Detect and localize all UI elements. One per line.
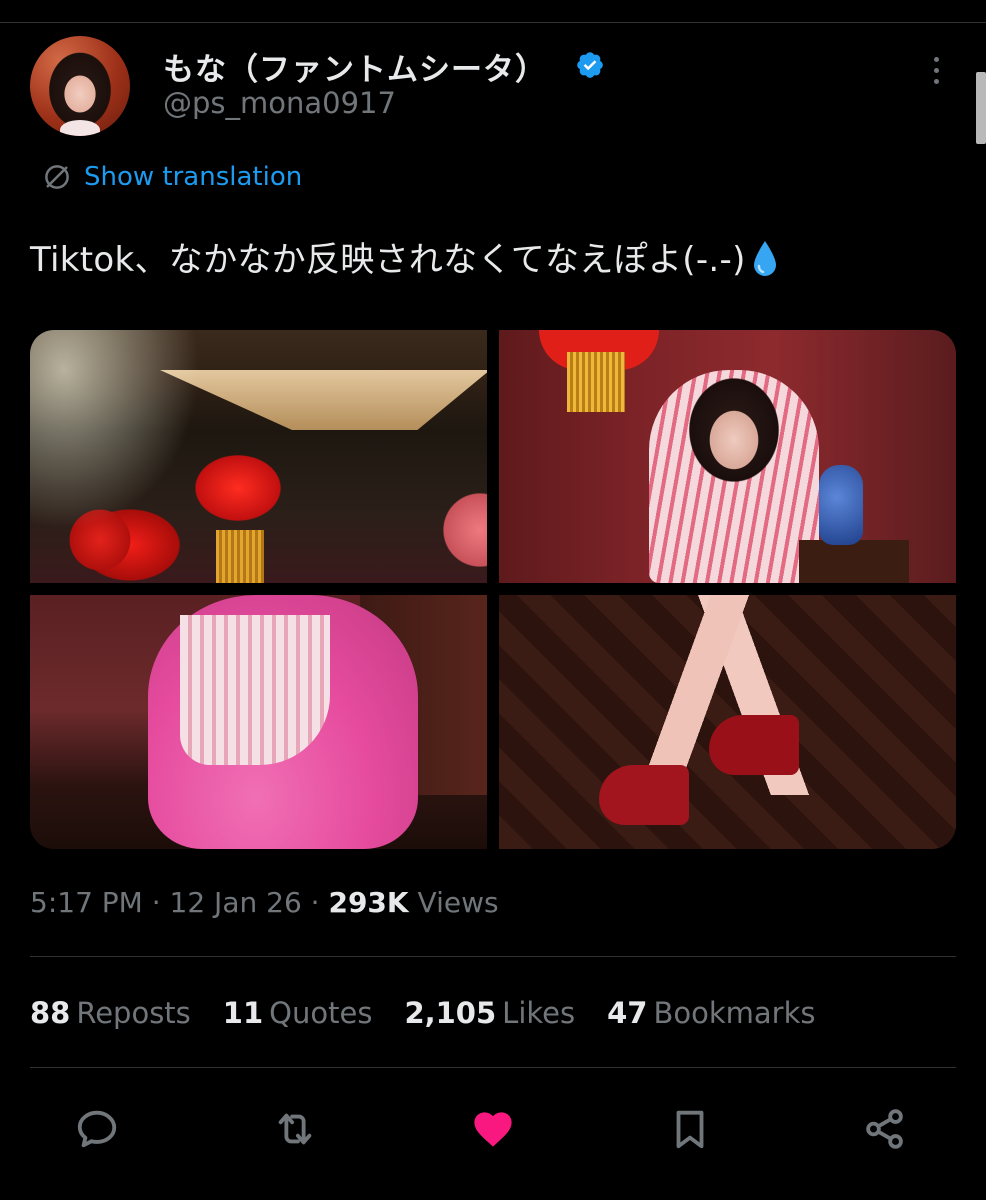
tweet-meta: 5:17 PM · 12 Jan 26 · 293K Views bbox=[30, 886, 499, 919]
bookmarks-count: 47 bbox=[607, 996, 648, 1030]
likes-count: 2,105 bbox=[404, 996, 497, 1030]
media-photo-3[interactable] bbox=[30, 595, 487, 849]
verified-badge-icon bbox=[577, 52, 603, 78]
tweet-text: Tiktok、なかなか反映されなくてなえぽよ(-.-) bbox=[30, 232, 780, 281]
meta-separator: · bbox=[142, 886, 170, 919]
share-icon bbox=[866, 1109, 903, 1149]
likes-label: Likes bbox=[502, 996, 576, 1030]
more-options-icon[interactable] bbox=[926, 57, 946, 93]
divider bbox=[30, 956, 956, 957]
avatar[interactable] bbox=[30, 36, 130, 136]
droplet-emoji-icon bbox=[753, 241, 776, 276]
top-divider bbox=[0, 22, 986, 23]
reposts-count: 88 bbox=[30, 996, 71, 1030]
media-photo-4[interactable] bbox=[499, 595, 956, 849]
quotes-count: 11 bbox=[222, 996, 264, 1030]
bookmark-icon bbox=[676, 1110, 704, 1149]
globe-icon bbox=[45, 165, 69, 189]
meta-separator: · bbox=[301, 886, 329, 919]
author-handle[interactable]: @ps_mona0917 bbox=[163, 86, 396, 120]
like-button[interactable] bbox=[468, 1104, 518, 1154]
engagement-stats: 88 Reposts 11 Quotes 2,105 Likes 47 Bookmark… bbox=[30, 996, 848, 1030]
tweet-date[interactable]: 12 Jan 26 bbox=[170, 886, 302, 919]
media-photo-1[interactable] bbox=[30, 330, 487, 583]
tweet-time[interactable]: 5:17 PM bbox=[30, 886, 143, 919]
show-translation-label: Show translation bbox=[84, 162, 303, 192]
bookmarks-stat[interactable]: 47 Bookmarks bbox=[607, 996, 815, 1030]
bookmarks-label: Bookmarks bbox=[653, 996, 816, 1030]
scrollbar[interactable] bbox=[976, 72, 986, 144]
reposts-label: Reposts bbox=[76, 996, 191, 1030]
media-photo-2[interactable] bbox=[499, 330, 956, 583]
author-display-name[interactable]: もな（ファントムシータ） bbox=[163, 44, 547, 89]
likes-stat[interactable]: 2,105 Likes bbox=[404, 996, 575, 1030]
reposts-stat[interactable]: 88 Reposts bbox=[30, 996, 191, 1030]
reply-icon bbox=[77, 1110, 117, 1148]
views-count: 293K bbox=[328, 886, 409, 919]
quotes-stat[interactable]: 11 Quotes bbox=[223, 996, 373, 1030]
repost-icon bbox=[278, 1113, 312, 1145]
tweet-text-body: Tiktok、なかなか反映されなくてなえぽよ(-.-) bbox=[30, 240, 746, 280]
bookmark-button[interactable] bbox=[665, 1104, 715, 1154]
heart-icon bbox=[474, 1112, 512, 1147]
views-label: Views bbox=[408, 886, 499, 919]
repost-button[interactable] bbox=[270, 1104, 320, 1154]
divider bbox=[30, 1067, 956, 1068]
share-button[interactable] bbox=[860, 1104, 910, 1154]
show-translation-link[interactable]: Show translation bbox=[42, 160, 302, 194]
reply-button[interactable] bbox=[72, 1104, 122, 1154]
media-grid bbox=[30, 330, 956, 849]
quotes-label: Quotes bbox=[269, 996, 373, 1030]
